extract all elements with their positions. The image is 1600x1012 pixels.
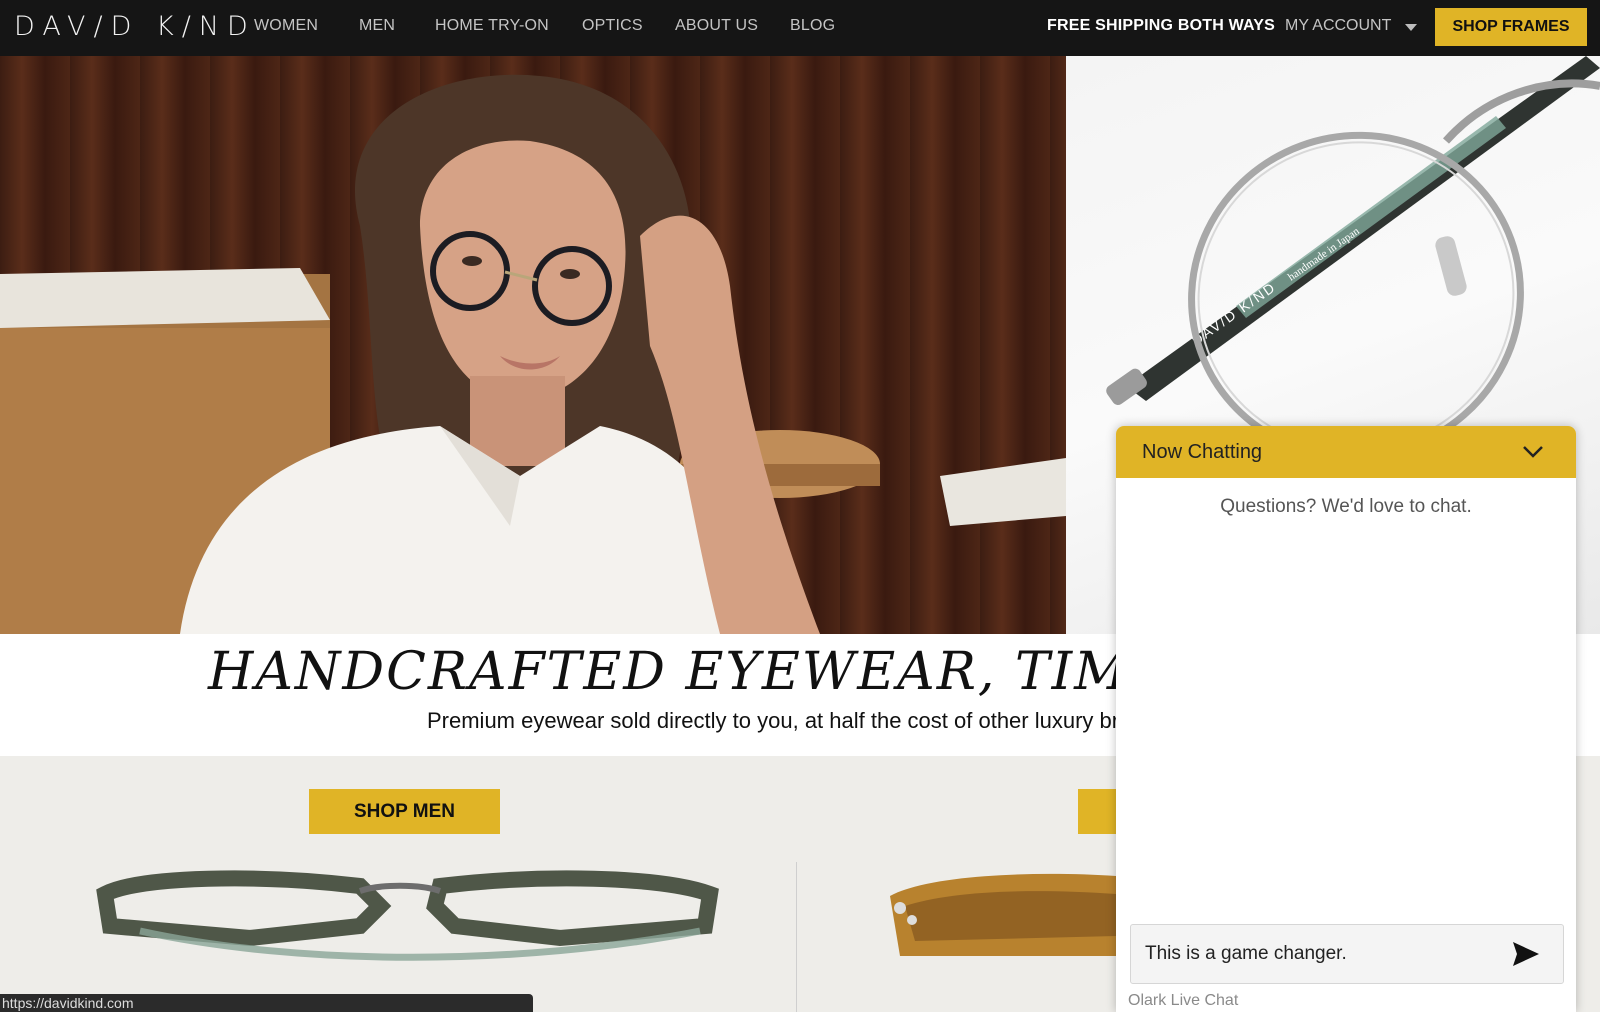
nav-link-home-try-on[interactable]: HOME TRY-ON bbox=[435, 17, 549, 35]
shop-men-button[interactable]: SHOP MEN bbox=[309, 789, 500, 834]
site-logo[interactable]: DAV/D K/ND bbox=[14, 11, 256, 42]
my-account-menu[interactable]: MY ACCOUNT bbox=[1285, 17, 1391, 35]
frame-engraving-text: DAV/D K/ND bbox=[1189, 279, 1279, 349]
hero-photo-illustration bbox=[0, 74, 1066, 634]
shop-frames-button[interactable]: SHOP FRAMES bbox=[1435, 8, 1587, 46]
mens-glasses-image bbox=[96, 870, 719, 961]
chat-brand-link[interactable]: Olark Live Chat bbox=[1128, 992, 1238, 1010]
category-illustrations bbox=[96, 870, 1116, 961]
chat-message-input[interactable]: This is a game changer. bbox=[1130, 924, 1564, 984]
chat-widget: Now Chatting Questions? We'd love to cha… bbox=[1116, 426, 1576, 1012]
nav-link-blog[interactable]: BLOG bbox=[790, 17, 835, 35]
chevron-down-icon[interactable] bbox=[1405, 24, 1417, 31]
chat-title: Now Chatting bbox=[1142, 441, 1263, 463]
status-bar-url: https://davidkind.com bbox=[0, 994, 533, 1012]
frame-engraving-text-2: handmade in Japan bbox=[1286, 225, 1362, 283]
nav-link-optics[interactable]: OPTICS bbox=[582, 17, 643, 35]
hero-photo-woman bbox=[0, 56, 1066, 634]
nav-link-women[interactable]: WOMEN bbox=[254, 17, 318, 35]
free-shipping-link[interactable]: FREE SHIPPING BOTH WAYS bbox=[1047, 17, 1275, 35]
hero-headline: HANDCRAFTED EYEWEAR, TIMELE bbox=[208, 642, 1246, 702]
womens-glasses-image bbox=[890, 873, 1116, 956]
chevron-down-icon[interactable] bbox=[1522, 445, 1544, 459]
send-icon[interactable] bbox=[1511, 940, 1541, 968]
chat-header[interactable]: Now Chatting bbox=[1116, 426, 1576, 478]
section-divider bbox=[796, 862, 797, 1012]
top-nav: DAV/D K/ND WOMEN MEN HOME TRY-ON OPTICS … bbox=[0, 0, 1600, 56]
nav-link-about-us[interactable]: ABOUT US bbox=[675, 17, 758, 35]
chat-intro-text: Questions? We'd love to chat. bbox=[1220, 496, 1472, 517]
nav-link-men[interactable]: MEN bbox=[359, 17, 395, 35]
hero-subline: Premium eyewear sold directly to you, at… bbox=[427, 708, 1120, 733]
chat-input-value[interactable]: This is a game changer. bbox=[1145, 943, 1347, 965]
